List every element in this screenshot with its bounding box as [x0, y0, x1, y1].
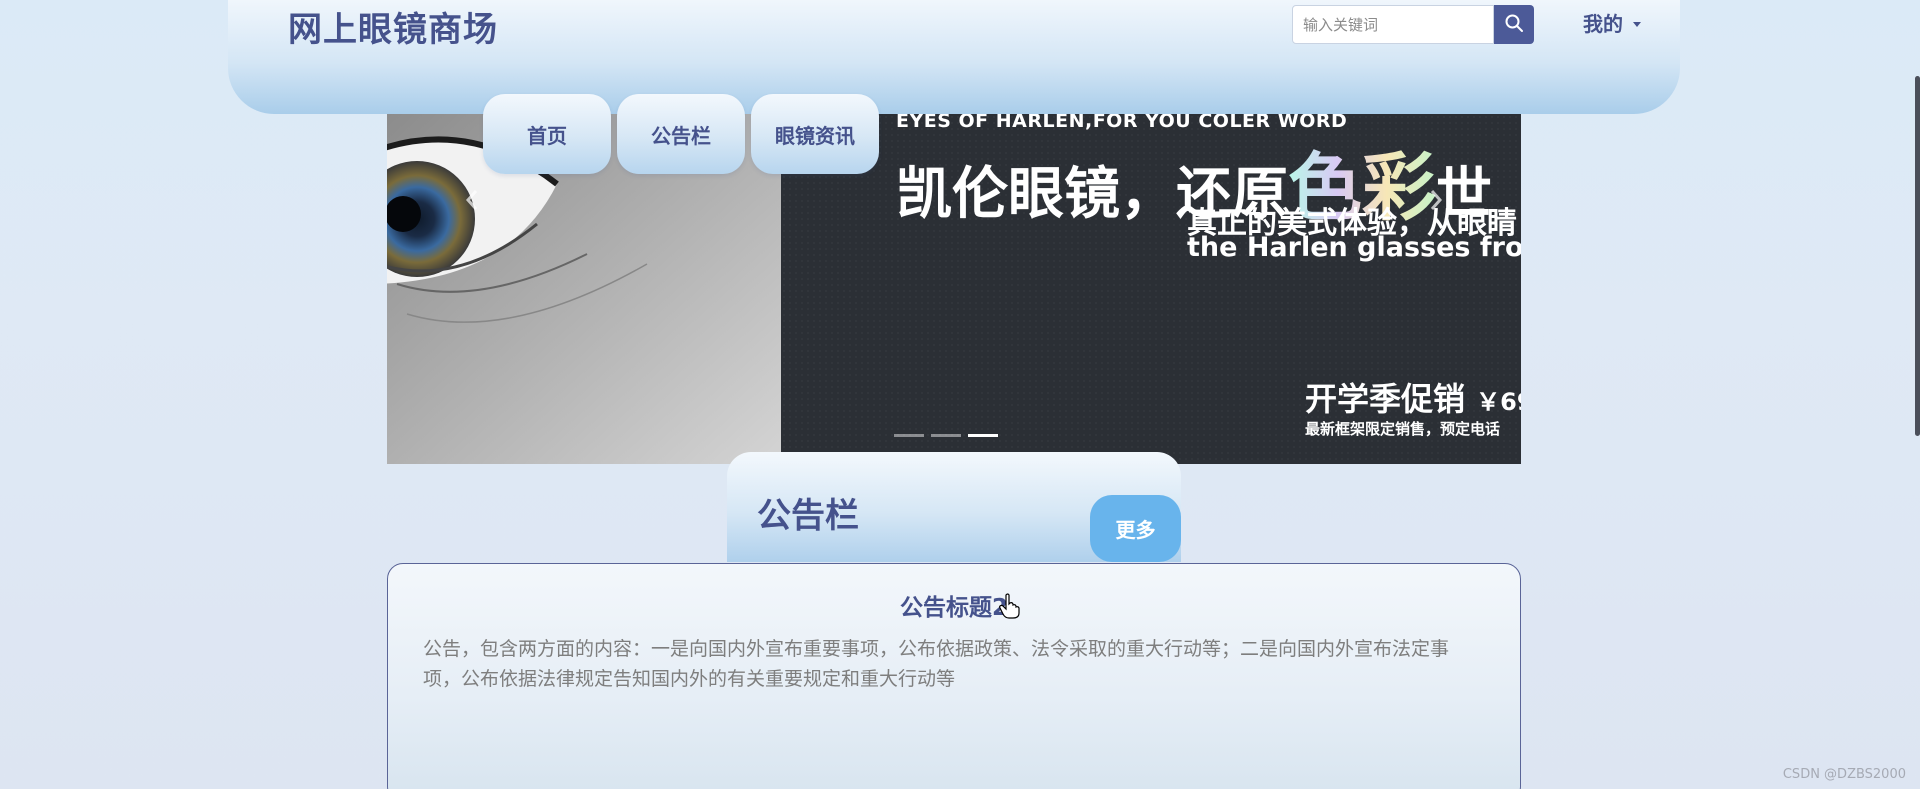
banner-promo-price: ￥69	[1476, 388, 1521, 416]
banner-promo-text: 开学季促销	[1305, 380, 1466, 418]
carousel-indicators	[894, 434, 998, 437]
carousel-indicator-2[interactable]	[931, 434, 961, 437]
site-header: 网上眼镜商场 我的	[228, 0, 1680, 114]
notice-section-title: 公告栏	[757, 496, 859, 536]
page-scrollbar[interactable]	[1915, 76, 1920, 436]
carousel-indicator-1[interactable]	[894, 434, 924, 437]
search-input[interactable]	[1292, 5, 1494, 44]
search-button[interactable]	[1494, 5, 1534, 44]
search-icon	[1504, 13, 1524, 36]
user-menu-dropdown[interactable]: 我的	[1583, 8, 1641, 37]
carousel-next-button[interactable]	[1421, 182, 1451, 222]
nav-home[interactable]: 首页	[483, 94, 611, 174]
nav-notice-board[interactable]: 公告栏	[617, 94, 745, 174]
watermark: CSDN @DZBS2000	[1782, 767, 1906, 782]
notice-section-header: 公告栏 更多	[727, 452, 1181, 562]
more-button[interactable]: 更多	[1090, 495, 1181, 562]
banner-line-3: the Harlen glasses from	[1187, 232, 1521, 263]
user-menu-label: 我的	[1583, 12, 1623, 36]
carousel-indicator-3[interactable]	[968, 434, 998, 437]
banner-promo: 开学季促销 ￥69	[1305, 374, 1521, 420]
notice-card[interactable]: 公告标题2 公告，包含两方面的内容：一是向国内外宣布重要事项，公布依据政策、法令…	[387, 563, 1521, 789]
nav-glasses-news[interactable]: 眼镜资讯	[751, 94, 879, 174]
notice-card-body: 公告，包含两方面的内容：一是向国内外宣布重要事项，公布依据政策、法令采取的重大行…	[423, 638, 1450, 690]
banner-promo-subtext: 最新框架限定销售，预定电话	[1305, 420, 1501, 438]
site-title[interactable]: 网上眼镜商场	[288, 2, 498, 51]
chevron-right-icon	[1428, 188, 1444, 216]
hand-cursor-icon	[999, 593, 1021, 623]
chevron-left-icon	[464, 188, 480, 216]
caret-down-icon	[1633, 21, 1641, 27]
notice-card-title[interactable]: 公告标题2	[388, 588, 1520, 622]
carousel-prev-button[interactable]	[457, 182, 487, 222]
